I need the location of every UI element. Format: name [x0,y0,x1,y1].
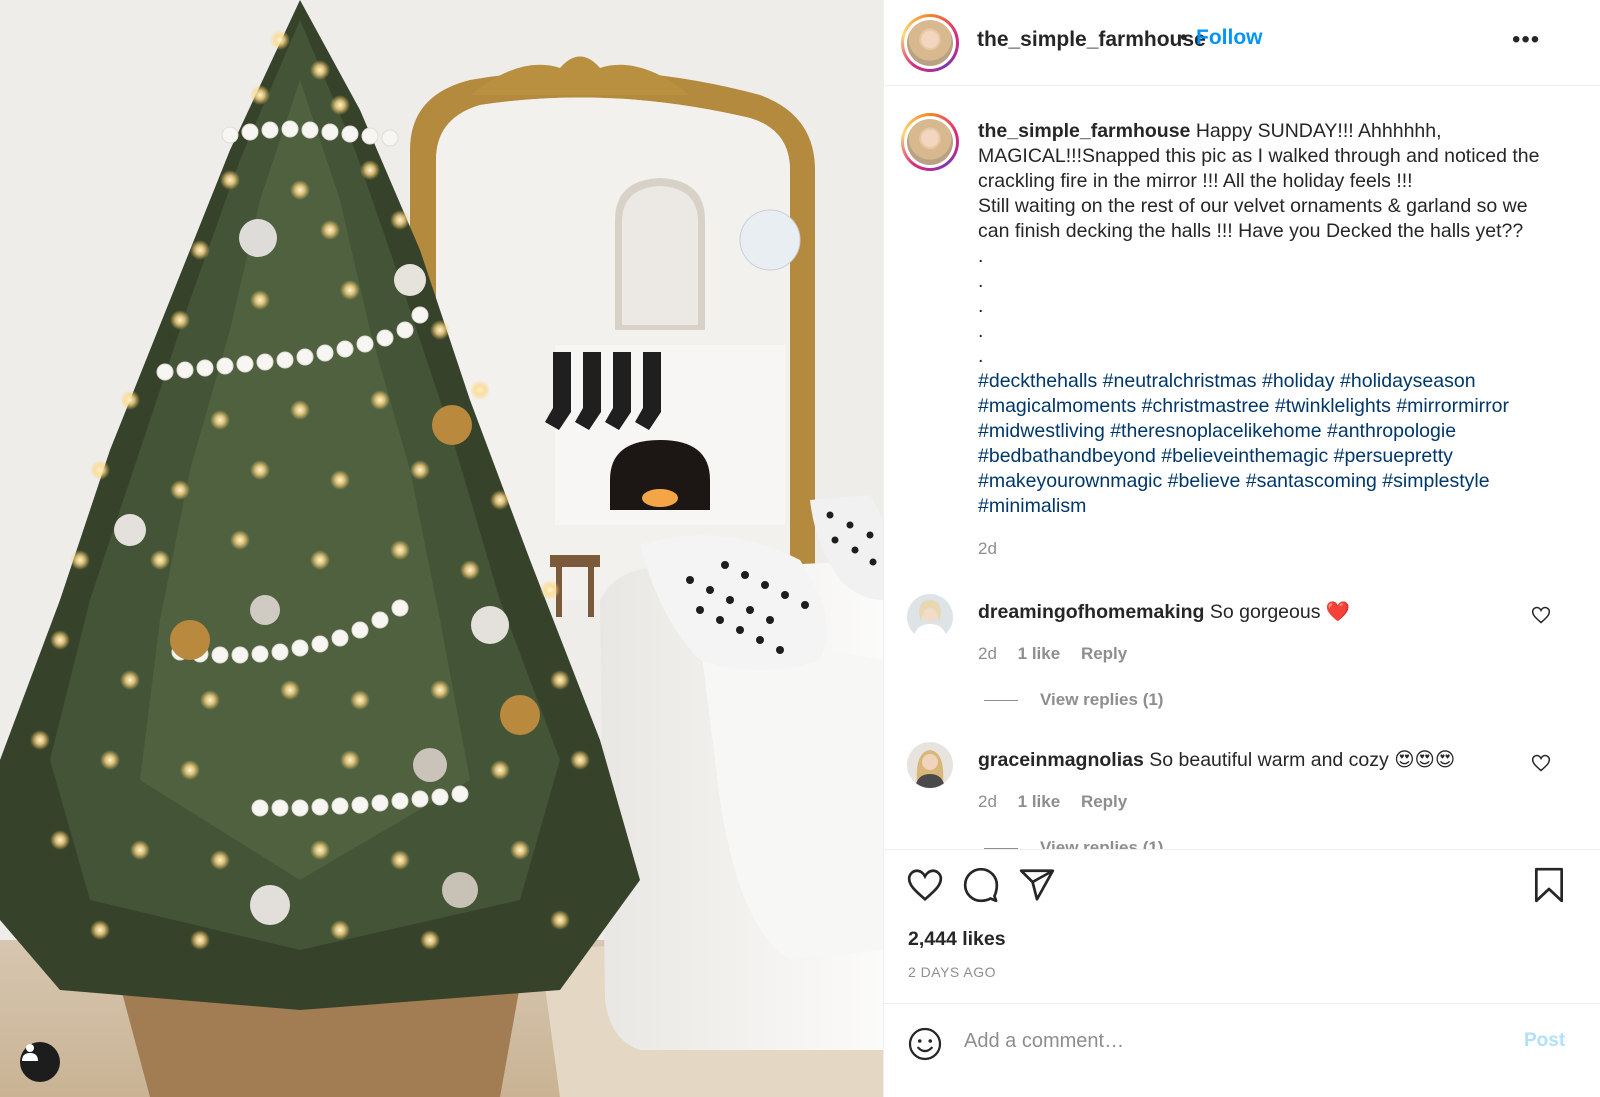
view-replies-label: View replies (1) [1040,690,1164,709]
like-count[interactable]: 2,444 likes [908,928,1006,951]
view-replies-button[interactable]: View replies (1) [984,838,1163,849]
hashtag-line[interactable]: #magicalmoments #christmastree #twinklel… [978,394,1578,419]
caption-username[interactable]: the_simple_farmhouse [978,120,1190,142]
caption-line: . [978,270,984,292]
view-replies-label: View replies (1) [1040,838,1164,849]
caption-line: . [978,320,984,342]
caption-line: Happy SUNDAY!!! Ahhhhhh, [1195,120,1442,142]
christmas-tree-photo [0,0,883,1097]
commenter-avatar[interactable] [907,594,953,640]
comment-body: dreamingofhomemaking So gorgeous ❤️ [978,600,1350,624]
view-replies-button[interactable]: View replies (1) [984,690,1163,710]
caption-line: MAGICAL!!!Snapped this pic as I walked t… [978,145,1540,167]
comment-meta: 2d 1 like Reply [978,644,1143,664]
comment-body: graceinmagnolias So beautiful warm and c… [978,748,1455,772]
comment-likes[interactable]: 1 like [1018,792,1061,811]
commenter-avatar[interactable] [907,742,953,788]
post-header: the_simple_farmhouse • Follow ••• [884,0,1600,86]
header-separator: • [1180,26,1188,49]
reply-button[interactable]: Reply [1081,792,1127,811]
like-comment-heart-icon[interactable] [1531,605,1551,630]
comment-meta: 2d 1 like Reply [978,792,1143,812]
caption-text: the_simple_farmhouse Happy SUNDAY!!! Ahh… [978,119,1578,519]
caption-line: can finish decking the halls !!! Have yo… [978,220,1524,242]
tagged-user-icon[interactable] [20,1042,60,1082]
replies-divider [984,700,1018,702]
comment-text: So gorgeous ❤️ [1209,601,1351,623]
hashtag-line[interactable]: #deckthehalls #neutralchristmas #holiday… [978,369,1578,394]
caption-line: Still waiting on the rest of our velvet … [978,195,1528,217]
caption-line: crackling fire in the mirror !!! All the… [978,170,1413,192]
post-comment-button[interactable]: Post [1524,1030,1565,1052]
comment-input[interactable] [964,1026,1494,1056]
caption-timestamp[interactable]: 2d [978,539,997,559]
comment-icon[interactable] [962,866,1000,909]
follow-button[interactable]: Follow [1196,26,1263,50]
author-avatar[interactable] [901,14,959,72]
emoji-icon[interactable] [907,1026,943,1067]
post-date[interactable]: 2 DAYS AGO [908,964,996,980]
comments-list[interactable]: the_simple_farmhouse Happy SUNDAY!!! Ahh… [884,87,1600,849]
more-options-icon[interactable]: ••• [1512,26,1540,54]
hashtag-line[interactable]: #bedbathandbeyond #believeinthemagic #pe… [978,444,1578,469]
comment-text: So beautiful warm and cozy 😍😍😍 [1149,749,1456,771]
hashtag-line[interactable]: #midwestliving #theresnoplacelikehome #a… [978,419,1578,444]
comment-username[interactable]: dreamingofhomemaking [978,601,1204,623]
caption-line: . [978,245,984,267]
caption-line: . [978,295,984,317]
post-sidebar: the_simple_farmhouse • Follow ••• the_si… [883,0,1600,1097]
comment-username[interactable]: graceinmagnolias [978,749,1144,771]
comment-likes[interactable]: 1 like [1018,644,1061,663]
bookmark-icon[interactable] [1530,866,1568,909]
caption-line: . [978,345,984,367]
hashtag-line[interactable]: #minimalism [978,494,1578,519]
author-username[interactable]: the_simple_farmhouse [977,28,1206,52]
hashtag-line[interactable]: #makeyourownmagic #believe #santascoming… [978,469,1578,494]
reply-button[interactable]: Reply [1081,644,1127,663]
add-comment-bar: Post [884,1003,1600,1097]
comment-timestamp[interactable]: 2d [978,644,997,663]
post-actions: 2,444 likes 2 DAYS AGO [884,849,1600,1003]
caption-author-avatar[interactable] [901,113,959,171]
heart-icon[interactable] [906,866,944,909]
comment-timestamp[interactable]: 2d [978,792,997,811]
share-icon[interactable] [1018,866,1056,909]
like-comment-heart-icon[interactable] [1531,753,1551,778]
post-photo[interactable] [0,0,883,1097]
